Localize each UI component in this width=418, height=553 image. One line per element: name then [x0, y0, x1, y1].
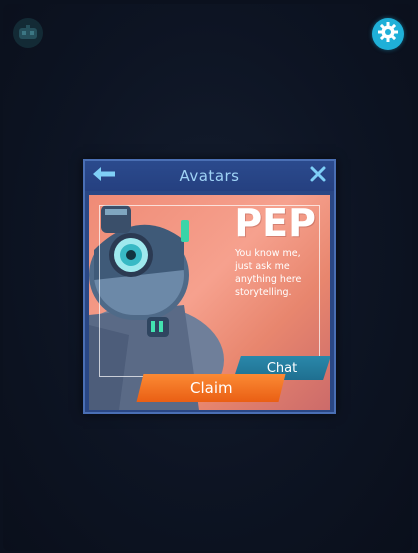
robot-head-icon[interactable] [13, 18, 43, 48]
claim-button[interactable]: Claim [136, 374, 286, 402]
avatar-description: You know me, just ask me anything here s… [235, 247, 327, 299]
description-line: storytelling. [235, 287, 292, 298]
back-button[interactable] [91, 166, 117, 186]
description-line: just ask me [235, 261, 290, 272]
close-icon [309, 165, 327, 187]
description-line: You know me, [235, 248, 301, 259]
claim-button-label: Claim [189, 379, 233, 397]
avatar-card[interactable]: PEP You know me, just ask me anything he… [89, 195, 330, 410]
avatars-modal: Avatars PEP You know me, just ask me any… [83, 159, 336, 414]
arrow-left-icon [91, 165, 117, 187]
modal-header: Avatars [85, 161, 334, 191]
modal-title: Avatars [179, 167, 240, 185]
close-button[interactable] [308, 166, 328, 186]
settings-button[interactable] [372, 18, 404, 50]
avatar-name: PEP [234, 201, 316, 245]
gear-icon [377, 21, 399, 47]
description-line: anything here [235, 274, 302, 285]
game-screen: Avatars PEP You know me, just ask me any… [3, 4, 412, 551]
